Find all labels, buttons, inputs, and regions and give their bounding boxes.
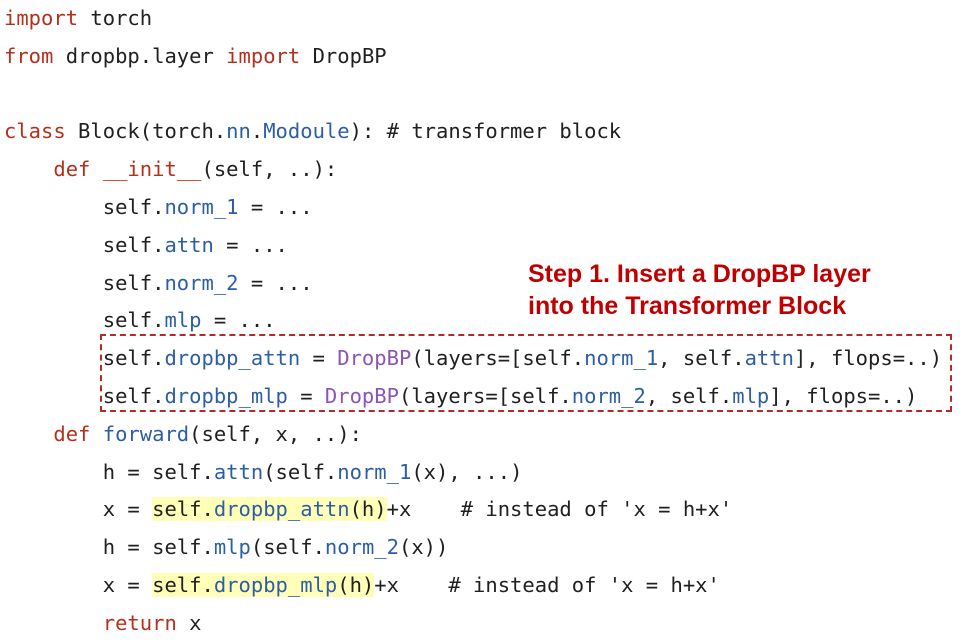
code-token: self.	[152, 572, 214, 597]
code-token: __init__	[102, 157, 202, 182]
code-line: x = self.dropbp_attn(h)+x # instead of '…	[4, 491, 942, 529]
code-token: Modoule	[263, 119, 350, 144]
code-token: x	[176, 610, 202, 635]
code-token: h = self.	[4, 535, 214, 560]
code-token: dropbp_attn	[213, 497, 350, 522]
code-token: = ...	[238, 270, 313, 295]
code-token: dropbp_mlp	[213, 572, 338, 597]
code-token: norm_2	[164, 270, 239, 295]
code-token: = ...	[201, 308, 276, 333]
code-token: import	[226, 43, 301, 68]
code-token: (h)	[337, 572, 375, 597]
code-token: (self, ..):	[201, 157, 338, 182]
code-token: def	[53, 421, 91, 446]
code-token: = ...	[213, 232, 288, 257]
code-line: self.norm_1 = ...	[4, 189, 942, 227]
code-line: h = self.mlp(self.norm_2(x))	[4, 529, 942, 567]
step-annotation: Step 1. Insert a DropBP layer into the T…	[528, 258, 871, 322]
code-token: norm_1	[337, 459, 412, 484]
code-token: self.	[4, 194, 165, 219]
code-token: attn	[213, 459, 264, 484]
code-token: self.	[4, 232, 165, 257]
code-token: import	[4, 6, 79, 30]
code-token: mlp	[213, 535, 251, 560]
code-line: return x	[4, 605, 942, 643]
code-line: def forward(self, x, ..):	[4, 416, 942, 454]
code-token: nn	[226, 119, 251, 144]
code-token: forward	[102, 421, 190, 446]
code-token: norm_1	[164, 194, 239, 219]
code-token: (self.	[250, 535, 325, 560]
code-token: def	[53, 157, 91, 182]
code-token: return	[102, 610, 177, 635]
code-token: dropbp.layer	[53, 43, 227, 68]
code-token: norm_2	[324, 535, 399, 560]
code-line: h = self.attn(self.norm_1(x), ...)	[4, 454, 942, 492]
code-token: self.	[4, 270, 165, 295]
code-token: +x # instead of 'x = h+x'	[374, 572, 720, 597]
code-token: mlp	[164, 308, 202, 333]
code-token: class	[4, 119, 66, 144]
code-token: (self, x, ..):	[189, 421, 362, 446]
code-token: attn	[164, 232, 214, 257]
code-line: from dropbp.layer import DropBP	[4, 38, 942, 76]
annotation-line-1: Step 1. Insert a DropBP layer	[528, 260, 871, 288]
code-token: self.	[4, 308, 165, 333]
code-token: = ...	[238, 194, 313, 219]
annotation-line-2: into the Transformer Block	[528, 292, 847, 320]
code-token: self.	[152, 497, 214, 522]
code-line: x = self.dropbp_mlp(h)+x # instead of 'x…	[4, 567, 942, 605]
code-token: from	[4, 43, 54, 68]
code-token: x =	[4, 497, 153, 522]
code-line: import torch	[4, 0, 942, 38]
code-token: (h)	[349, 497, 387, 522]
code-token: ): # transformer block	[349, 119, 622, 144]
code-token: (x))	[398, 535, 449, 560]
code-line: def __init__(self, ..):	[4, 151, 942, 189]
code-token: x =	[4, 572, 153, 597]
code-line: class Block(torch.nn.Modoule): # transfo…	[4, 113, 942, 151]
code-token: (self.	[263, 459, 338, 484]
code-token: (x), ...)	[411, 459, 523, 484]
code-token: +x # instead of 'x = h+x'	[386, 497, 733, 522]
dropbp-definition-highlight-box	[100, 334, 952, 412]
code-token: DropBP	[300, 43, 387, 68]
code-token: h = self.	[4, 459, 214, 484]
code-token: torch	[78, 6, 153, 30]
code-token: Block(torch.	[65, 119, 227, 144]
code-token: .	[250, 119, 264, 144]
